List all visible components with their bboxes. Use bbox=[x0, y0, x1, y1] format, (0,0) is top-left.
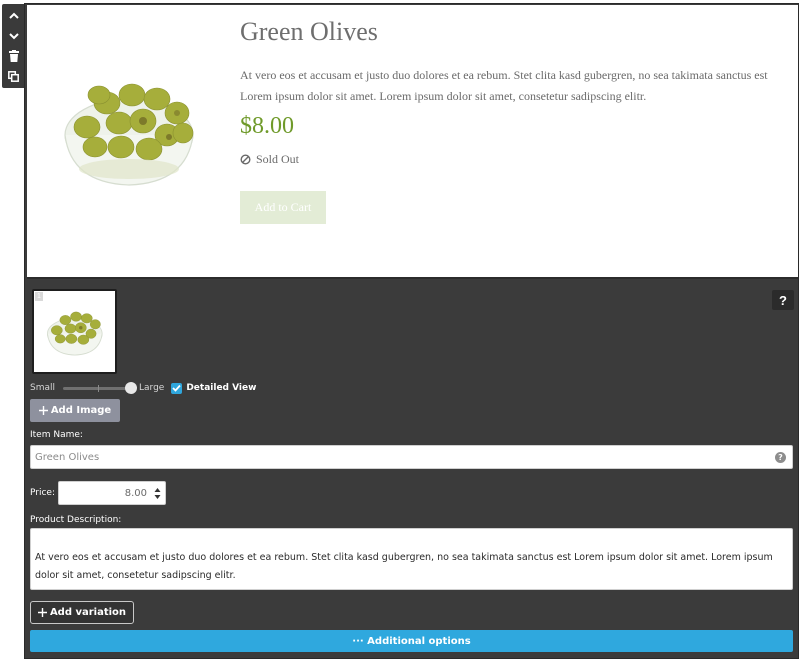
delete-button[interactable] bbox=[2, 46, 25, 66]
copy-icon bbox=[8, 70, 19, 82]
product-description: At vero eos et accusam et justo duo dolo… bbox=[240, 68, 768, 103]
detailed-view-checkbox[interactable] bbox=[171, 382, 183, 394]
price-value: 8.00 bbox=[124, 487, 147, 499]
detailed-view-toggle[interactable]: Detailed View bbox=[171, 382, 257, 394]
add-to-cart-button[interactable]: Add to Cart bbox=[240, 191, 326, 224]
help-circle-icon[interactable]: ? bbox=[775, 452, 786, 463]
price-label: Price: bbox=[30, 488, 55, 498]
add-variation-button[interactable]: Add variation bbox=[30, 601, 134, 624]
additional-options-button[interactable]: ··· Additional options bbox=[30, 630, 793, 652]
item-name-input[interactable]: Green Olives ? bbox=[30, 445, 793, 469]
product-description-label: Product Description: bbox=[30, 515, 122, 525]
stock-status-label: Sold Out bbox=[256, 152, 300, 166]
slider-tick bbox=[98, 385, 99, 392]
detailed-view-label: Detailed View bbox=[186, 383, 257, 393]
product-block: Green Olives At vero eos et accusam et j… bbox=[24, 3, 799, 659]
add-image-label: Add Image bbox=[50, 405, 112, 416]
move-up-button[interactable] bbox=[2, 6, 25, 26]
slider-handle[interactable] bbox=[125, 382, 137, 394]
checkmark-icon bbox=[172, 384, 181, 392]
size-large-label: Large bbox=[139, 383, 165, 393]
product-price: $8.00 bbox=[240, 113, 294, 139]
price-stepper-icon[interactable] bbox=[154, 487, 161, 500]
size-small-label: Small bbox=[30, 383, 55, 393]
add-variation-label: Add variation bbox=[49, 607, 127, 618]
block-toolbar bbox=[2, 4, 25, 88]
item-name-value: Green Olives bbox=[35, 451, 100, 463]
product-image bbox=[64, 83, 194, 186]
item-name-label: Item Name: bbox=[30, 430, 83, 440]
image-size-slider[interactable] bbox=[63, 381, 137, 395]
no-entry-icon bbox=[240, 154, 251, 165]
price-input[interactable]: 8.00 bbox=[58, 481, 166, 505]
image-thumbnail[interactable]: 1 bbox=[32, 289, 117, 374]
product-preview: Green Olives At vero eos et accusam et j… bbox=[27, 5, 798, 279]
thumbnail-image bbox=[46, 311, 103, 356]
move-down-button[interactable] bbox=[2, 26, 25, 46]
trash-icon bbox=[8, 50, 19, 62]
add-image-button[interactable]: Add Image bbox=[30, 399, 120, 422]
plus-icon bbox=[38, 406, 48, 415]
duplicate-button[interactable] bbox=[2, 66, 25, 86]
chevron-down-icon bbox=[8, 33, 19, 40]
thumbnail-index-badge: 1 bbox=[35, 292, 43, 301]
stock-status: Sold Out bbox=[240, 152, 299, 167]
help-button[interactable]: ? bbox=[772, 290, 794, 310]
product-description-editor[interactable]: At vero eos et accusam et justo duo dolo… bbox=[30, 528, 793, 590]
product-title: Green Olives bbox=[240, 17, 378, 46]
image-size-control: Small Large Detailed View bbox=[30, 381, 256, 395]
plus-icon bbox=[37, 608, 47, 617]
chevron-up-icon bbox=[8, 12, 19, 19]
